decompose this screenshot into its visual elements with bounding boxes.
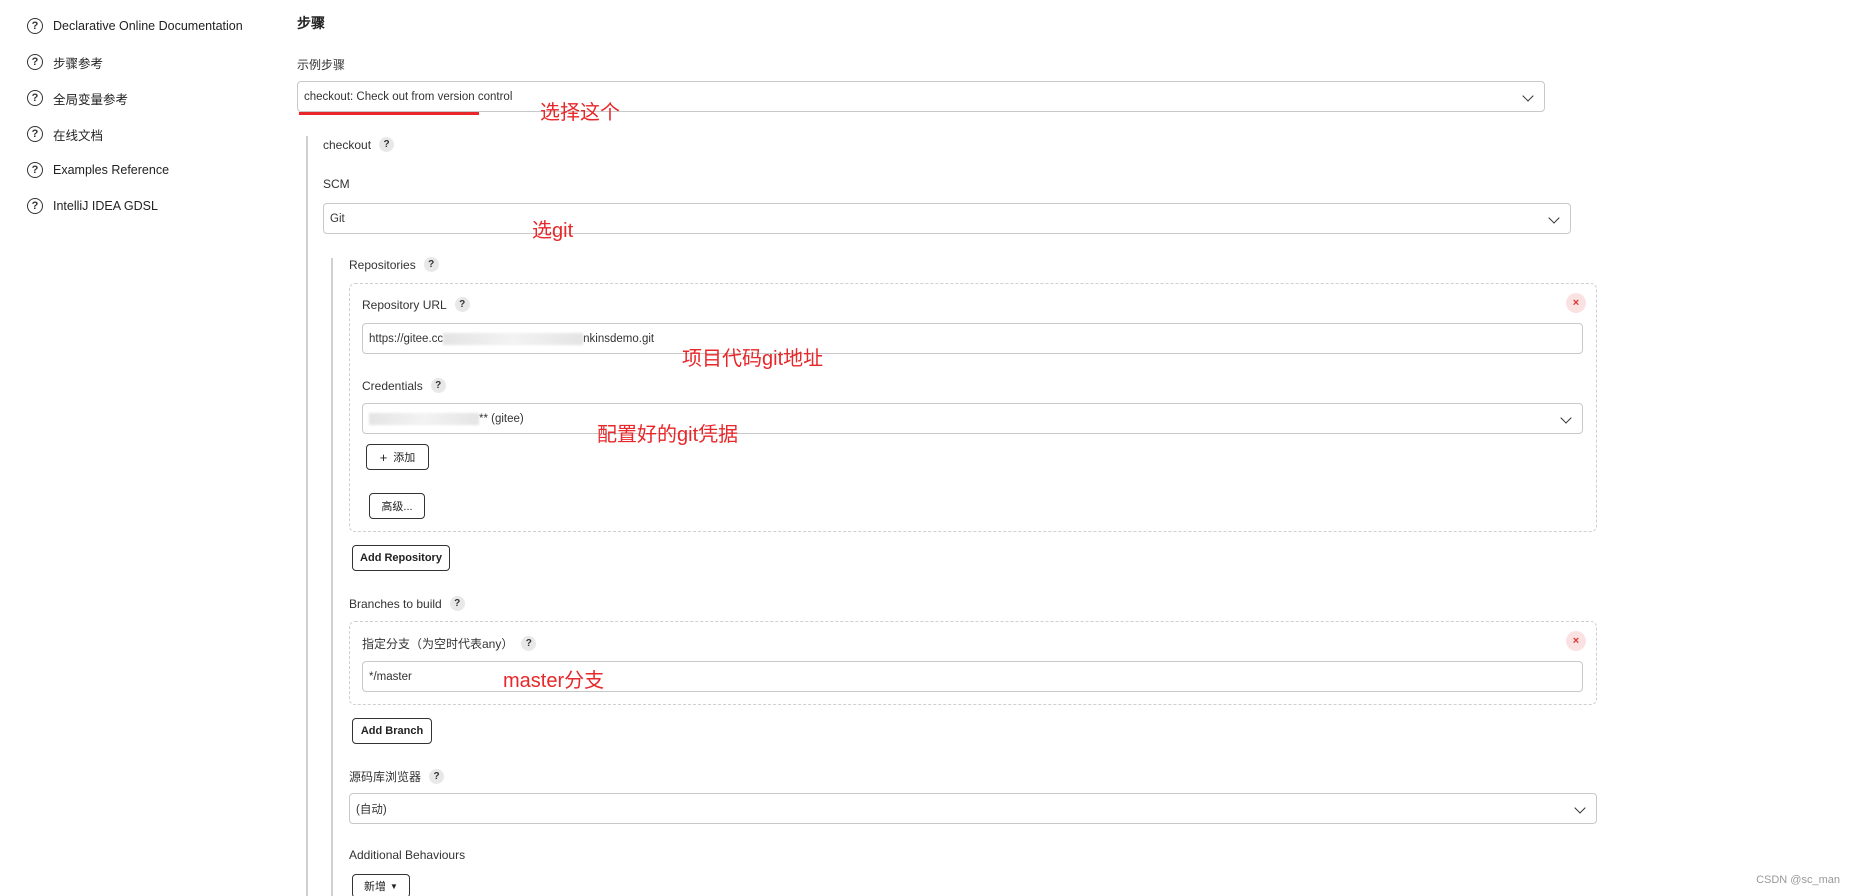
help-circle-icon: ? — [27, 54, 43, 70]
checkout-label: checkout ? — [323, 137, 395, 152]
section-title: 步骤 — [297, 15, 325, 31]
repo-url-label-text: Repository URL — [362, 297, 447, 312]
sample-step-label: 示例步骤 — [297, 58, 346, 72]
help-icon[interactable]: ? — [379, 137, 395, 152]
add-credentials-button[interactable]: + 添加 — [366, 444, 429, 470]
redacted-text — [443, 332, 584, 345]
help-circle-icon: ? — [27, 18, 43, 34]
sidebar-item-label: Declarative Online Documentation — [53, 19, 243, 33]
sidebar-item-label: IntelliJ IDEA GDSL — [53, 199, 158, 213]
help-icon[interactable]: ? — [423, 257, 439, 272]
sidebar-item-label: 全局变量参考 — [53, 92, 129, 107]
sidebar-item-label: Examples Reference — [53, 163, 170, 177]
sidebar-item-step-reference[interactable]: ? 步骤参考 — [27, 50, 103, 74]
credentials-label-text: Credentials — [362, 378, 423, 393]
help-icon[interactable]: ? — [521, 636, 537, 651]
sidebar-item-label: 在线文档 — [53, 128, 104, 143]
scm-label: SCM — [323, 177, 350, 191]
sidebar-item-label: 步骤参考 — [53, 56, 104, 71]
annotation-git-credentials: 配置好的git凭据 — [597, 424, 739, 446]
repo-browser-value: (自动) — [356, 803, 387, 816]
scm-select[interactable]: Git — [323, 203, 1571, 234]
branches-label: Branches to build ? — [349, 596, 465, 611]
redacted-text — [369, 412, 479, 425]
add-branch-button[interactable]: Add Branch — [352, 718, 432, 744]
credentials-value: ** (gitee) — [479, 412, 524, 425]
branches-label-text: Branches to build — [349, 596, 442, 611]
plus-icon: + — [379, 449, 388, 465]
remove-branch-icon[interactable]: × — [1566, 631, 1586, 651]
watermark: CSDN @sc_man — [1756, 874, 1840, 886]
add-repository-button[interactable]: Add Repository — [352, 545, 450, 571]
new-behaviour-label: 新增 — [364, 881, 387, 893]
sidebar-item-declarative-docs[interactable]: ? Declarative Online Documentation — [27, 14, 243, 38]
scm-value: Git — [330, 212, 345, 225]
chevron-down-icon — [1522, 90, 1534, 102]
annotation-select-this: 选择这个 — [540, 102, 620, 124]
credentials-label: Credentials ? — [362, 378, 446, 393]
sidebar: ? Declarative Online Documentation ? 步骤参… — [0, 0, 280, 896]
repo-browser-select[interactable]: (自动) — [349, 793, 1597, 824]
repo-url-value-end: nkinsdemo.git — [583, 332, 655, 345]
annotation-master-branch: master分支 — [503, 670, 605, 692]
repo-url-input[interactable]: https://gitee.cc nkinsdemo.git — [362, 323, 1583, 354]
sidebar-item-examples[interactable]: ? Examples Reference — [27, 158, 169, 182]
chevron-down-icon — [1548, 212, 1560, 224]
new-behaviour-button[interactable]: 新增 ▼ — [352, 874, 410, 896]
advanced-button[interactable]: 高级... — [369, 493, 425, 519]
help-circle-icon: ? — [27, 162, 43, 178]
repositories-label: Repositories ? — [349, 257, 439, 272]
nest-line-1 — [306, 136, 308, 896]
credentials-select[interactable]: ** (gitee) — [362, 403, 1583, 434]
sidebar-item-global-vars[interactable]: ? 全局变量参考 — [27, 86, 128, 110]
repo-url-label: Repository URL ? — [362, 297, 470, 312]
annotation-underline — [299, 112, 479, 115]
annotation-git-url: 项目代码git地址 — [682, 348, 824, 370]
nest-line-2 — [331, 258, 333, 896]
branch-spec-label-text: 指定分支（为空时代表any） — [362, 637, 514, 651]
sidebar-item-gdsl[interactable]: ? IntelliJ IDEA GDSL — [27, 194, 158, 218]
remove-repository-icon[interactable]: × — [1566, 293, 1586, 313]
help-icon[interactable]: ? — [449, 596, 465, 611]
caret-down-icon: ▼ — [390, 881, 398, 891]
sample-step-select[interactable]: checkout: Check out from version control — [297, 81, 1545, 112]
additional-behaviours-label: Additional Behaviours — [349, 848, 466, 862]
repo-browser-label: 源码库浏览器 ? — [349, 768, 445, 785]
main-content: 步骤 示例步骤 checkout: Check out from version… — [280, 0, 1854, 896]
branch-spec-value: */master — [369, 670, 412, 683]
checkout-label-text: checkout — [323, 137, 372, 152]
help-icon[interactable]: ? — [454, 297, 470, 312]
chevron-down-icon — [1560, 412, 1572, 424]
repo-url-value-start: https://gitee.cc — [369, 332, 444, 345]
repositories-label-text: Repositories — [349, 257, 416, 272]
sample-step-value: checkout: Check out from version control — [304, 90, 513, 103]
repo-browser-label-text: 源码库浏览器 — [349, 770, 422, 784]
sidebar-item-online-docs[interactable]: ? 在线文档 — [27, 122, 103, 146]
help-circle-icon: ? — [27, 198, 43, 214]
help-circle-icon: ? — [27, 90, 43, 106]
add-credentials-label: 添加 — [393, 452, 416, 464]
help-icon[interactable]: ? — [429, 769, 445, 784]
help-icon[interactable]: ? — [430, 378, 446, 393]
branch-spec-label: 指定分支（为空时代表any） ? — [362, 635, 537, 652]
help-circle-icon: ? — [27, 126, 43, 142]
annotation-select-git: 选git — [532, 220, 574, 242]
chevron-down-icon — [1574, 802, 1586, 814]
